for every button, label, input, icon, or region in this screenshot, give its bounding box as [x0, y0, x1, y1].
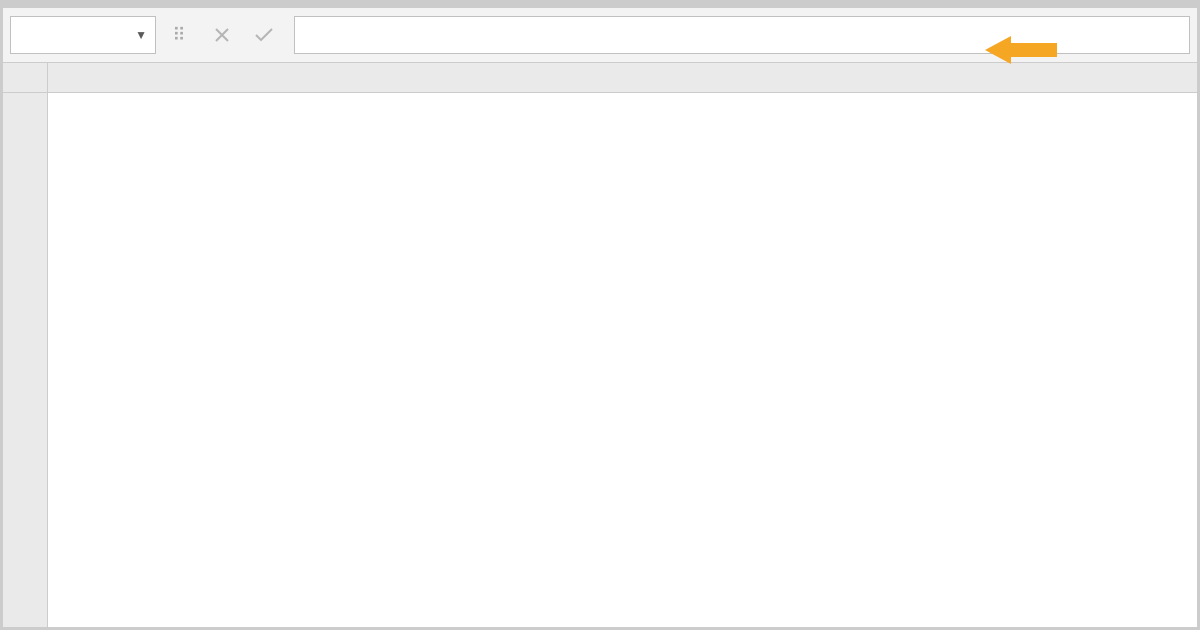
name-box-wrap: ▼ — [3, 8, 156, 62]
formula-bar-divider: ⠿ — [156, 8, 201, 62]
row-headers — [3, 63, 48, 627]
check-icon — [254, 27, 274, 43]
cancel-button[interactable] — [201, 8, 243, 62]
formula-bar: ▼ ⠿ — [3, 3, 1197, 63]
column-headers — [48, 63, 1197, 93]
callout-arrow — [985, 35, 1057, 65]
name-box[interactable]: ▼ — [10, 16, 156, 54]
grip-icon: ⠿ — [172, 33, 184, 38]
close-icon — [214, 27, 230, 43]
arrow-left-icon — [985, 35, 1057, 65]
excel-window: ▼ ⠿ — [0, 0, 1200, 630]
grid[interactable] — [48, 63, 1197, 627]
select-all-corner[interactable] — [3, 63, 47, 93]
enter-button[interactable] — [243, 8, 285, 62]
sheet-area — [3, 63, 1197, 627]
dropdown-icon[interactable]: ▼ — [135, 28, 147, 43]
